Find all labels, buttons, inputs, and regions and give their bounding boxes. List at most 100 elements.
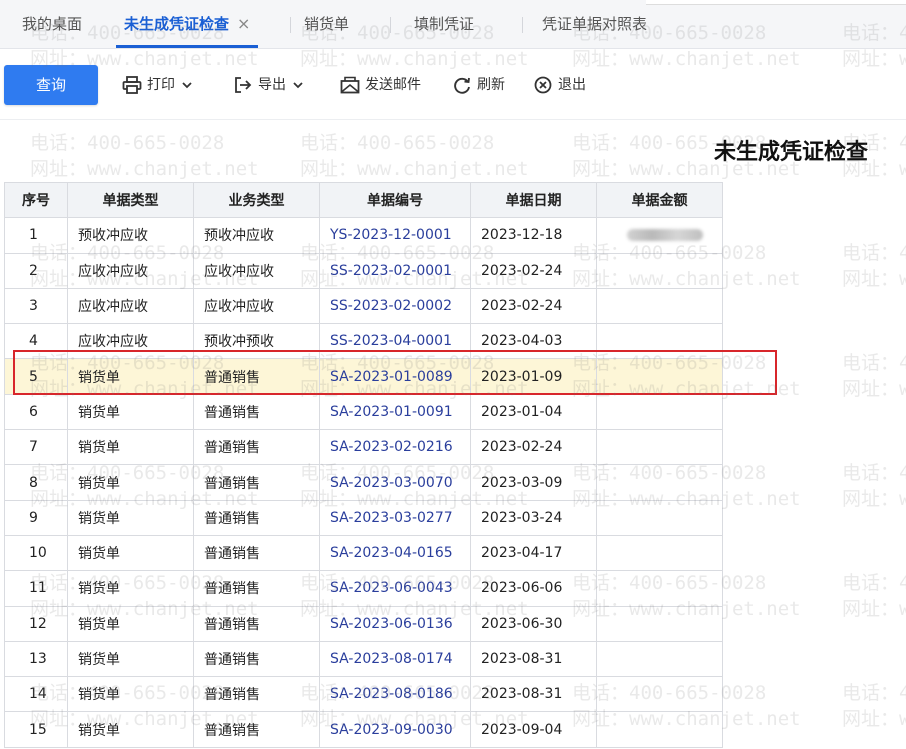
table-row[interactable]: 13 销货单 普通销售 SA-2023-08-0174 2023-08-31 [4,640,723,678]
table-row[interactable]: 12 销货单 普通销售 SA-2023-06-0136 2023-06-30 [4,605,723,642]
table-row[interactable]: 3 应收冲应收 应收冲应收 SS-2023-02-0002 2023-02-24 [4,287,723,325]
doc-no-cell: SA-2023-04-0165 [319,534,471,572]
doc-amount-cell [596,605,723,642]
tab-my-desktop[interactable]: 我的桌面 [10,0,94,48]
query-button[interactable]: 查询 [4,65,98,105]
doc-type-cell: 销货单 [67,605,194,642]
exit-button[interactable]: 退出 [533,71,586,99]
top-right-strip [646,0,906,5]
doc-no-cell: SA-2023-08-0186 [319,676,471,713]
tab-uncreated-voucher-check[interactable]: 未生成凭证检查 × [112,0,262,48]
row-seq-cell: 4 [4,323,68,360]
column-header[interactable]: 单据类型 [67,181,194,219]
doc-date-cell: 2023-06-30 [470,605,597,642]
table-row[interactable]: 2 应收冲应收 应收冲应收 SS-2023-02-0001 2023-02-24 [4,252,723,289]
row-seq-cell: 3 [4,287,68,325]
doc-amount-cell [596,287,723,325]
close-icon[interactable]: × [237,14,250,33]
doc-type-cell: 销货单 [67,393,194,431]
doc-date-cell: 2023-01-09 [470,358,597,395]
doc-type-cell: 应收冲应收 [67,323,194,360]
row-seq-cell: 1 [4,217,68,254]
doc-amount-cell [596,640,723,678]
refresh-button[interactable]: 刷新 [452,71,505,99]
doc-no-cell: SA-2023-06-0136 [319,605,471,642]
column-header[interactable]: 序号 [4,181,68,219]
biz-type-cell: 应收冲应收 [193,287,320,325]
doc-type-cell: 销货单 [67,499,194,536]
exit-label: 退出 [558,77,586,93]
doc-amount-cell [596,676,723,713]
doc-no-cell: SS-2023-02-0001 [319,252,471,289]
doc-amount-cell [596,393,723,431]
row-seq-cell: 7 [4,429,68,466]
table-row[interactable]: 14 销货单 普通销售 SA-2023-08-0186 2023-08-31 [4,676,723,713]
column-header[interactable]: 单据编号 [319,181,471,219]
doc-no-cell: SS-2023-04-0001 [319,323,471,360]
toolbar: 查询 打印 导出 发送邮件 刷新 退出 [0,49,906,120]
print-button[interactable]: 打印 [122,71,193,99]
doc-date-cell: 2023-06-06 [470,570,597,607]
biz-type-cell: 预收冲预收 [193,323,320,360]
biz-type-cell: 普通销售 [193,393,320,431]
biz-type-cell: 普通销售 [193,499,320,536]
tab-sales-order[interactable]: 销货单 [292,0,361,48]
table-row[interactable]: 15 销货单 普通销售 SA-2023-09-0030 2023-09-04 [4,711,723,748]
redacted-amount [627,229,703,242]
biz-type-cell: 普通销售 [193,640,320,678]
doc-type-cell: 应收冲应收 [67,287,194,325]
table-row[interactable]: 7 销货单 普通销售 SA-2023-02-0216 2023-02-24 [4,429,723,466]
biz-type-cell: 普通销售 [193,358,320,395]
doc-date-cell: 2023-03-09 [470,464,597,501]
biz-type-cell: 普通销售 [193,464,320,501]
table-row[interactable]: 4 应收冲应收 预收冲预收 SS-2023-04-0001 2023-04-03 [4,323,723,360]
export-button[interactable]: 导出 [233,71,304,99]
export-icon [235,77,252,93]
row-seq-cell: 10 [4,534,68,572]
doc-type-cell: 销货单 [67,676,194,713]
mail-icon [340,76,360,94]
column-header[interactable]: 单据金额 [596,181,723,219]
row-seq-cell: 12 [4,605,68,642]
doc-amount-cell [596,711,723,748]
watermark-phone: 电话：400-665-0028 [300,132,495,154]
watermark-phone: 电话：400-665-0028 [842,462,906,484]
column-header[interactable]: 单据日期 [470,181,597,219]
tab-divider [522,17,523,33]
table-row[interactable]: 5 销货单 普通销售 SA-2023-01-0089 2023-01-09 [4,358,723,395]
table-row[interactable]: 9 销货单 普通销售 SA-2023-03-0277 2023-03-24 [4,499,723,536]
doc-date-cell: 2023-02-24 [470,429,597,466]
watermark-text: 电话：400-665-0028 网址：www.chanjet.net [842,570,906,622]
send-email-button[interactable]: 发送邮件 [340,71,421,99]
watermark-site: 网址：www.chanjet.net [300,158,529,180]
print-label: 打印 [147,77,175,93]
doc-type-cell: 销货单 [67,429,194,466]
doc-no-cell: SA-2023-01-0091 [319,393,471,431]
doc-amount-cell [596,323,723,360]
watermark-site: 网址：www.chanjet.net [30,158,259,180]
doc-amount-cell [596,358,723,395]
table-row[interactable]: 6 销货单 普通销售 SA-2023-01-0091 2023-01-04 [4,393,723,431]
export-label: 导出 [258,77,286,93]
doc-type-cell: 销货单 [67,570,194,607]
doc-type-cell: 销货单 [67,711,194,748]
table-row[interactable]: 8 销货单 普通销售 SA-2023-03-0070 2023-03-09 [4,464,723,501]
tab-voucher-doc-compare[interactable]: 凭证单据对照表 [530,0,659,48]
table-row[interactable]: 11 销货单 普通销售 SA-2023-06-0043 2023-06-06 [4,570,723,607]
tab-fill-voucher[interactable]: 填制凭证 [402,0,486,48]
table-row[interactable]: 1 预收冲应收 预收冲应收 YS-2023-12-0001 2023-12-18 [4,217,723,254]
doc-date-cell: 2023-02-24 [470,252,597,289]
row-seq-cell: 9 [4,499,68,536]
doc-amount-cell [596,464,723,501]
printer-icon [122,76,142,94]
watermark-phone: 电话：400-665-0028 [842,682,906,704]
column-header[interactable]: 业务类型 [193,181,320,219]
doc-amount-cell [596,252,723,289]
doc-no-cell: SA-2023-09-0030 [319,711,471,748]
biz-type-cell: 普通销售 [193,676,320,713]
table-row[interactable]: 10 销货单 普通销售 SA-2023-04-0165 2023-04-17 [4,534,723,572]
tab-label: 我的桌面 [22,15,83,33]
watermark-site: 网址：www.chanjet.net [842,598,906,620]
doc-amount-cell [596,429,723,466]
doc-no-cell: SA-2023-03-0070 [319,464,471,501]
